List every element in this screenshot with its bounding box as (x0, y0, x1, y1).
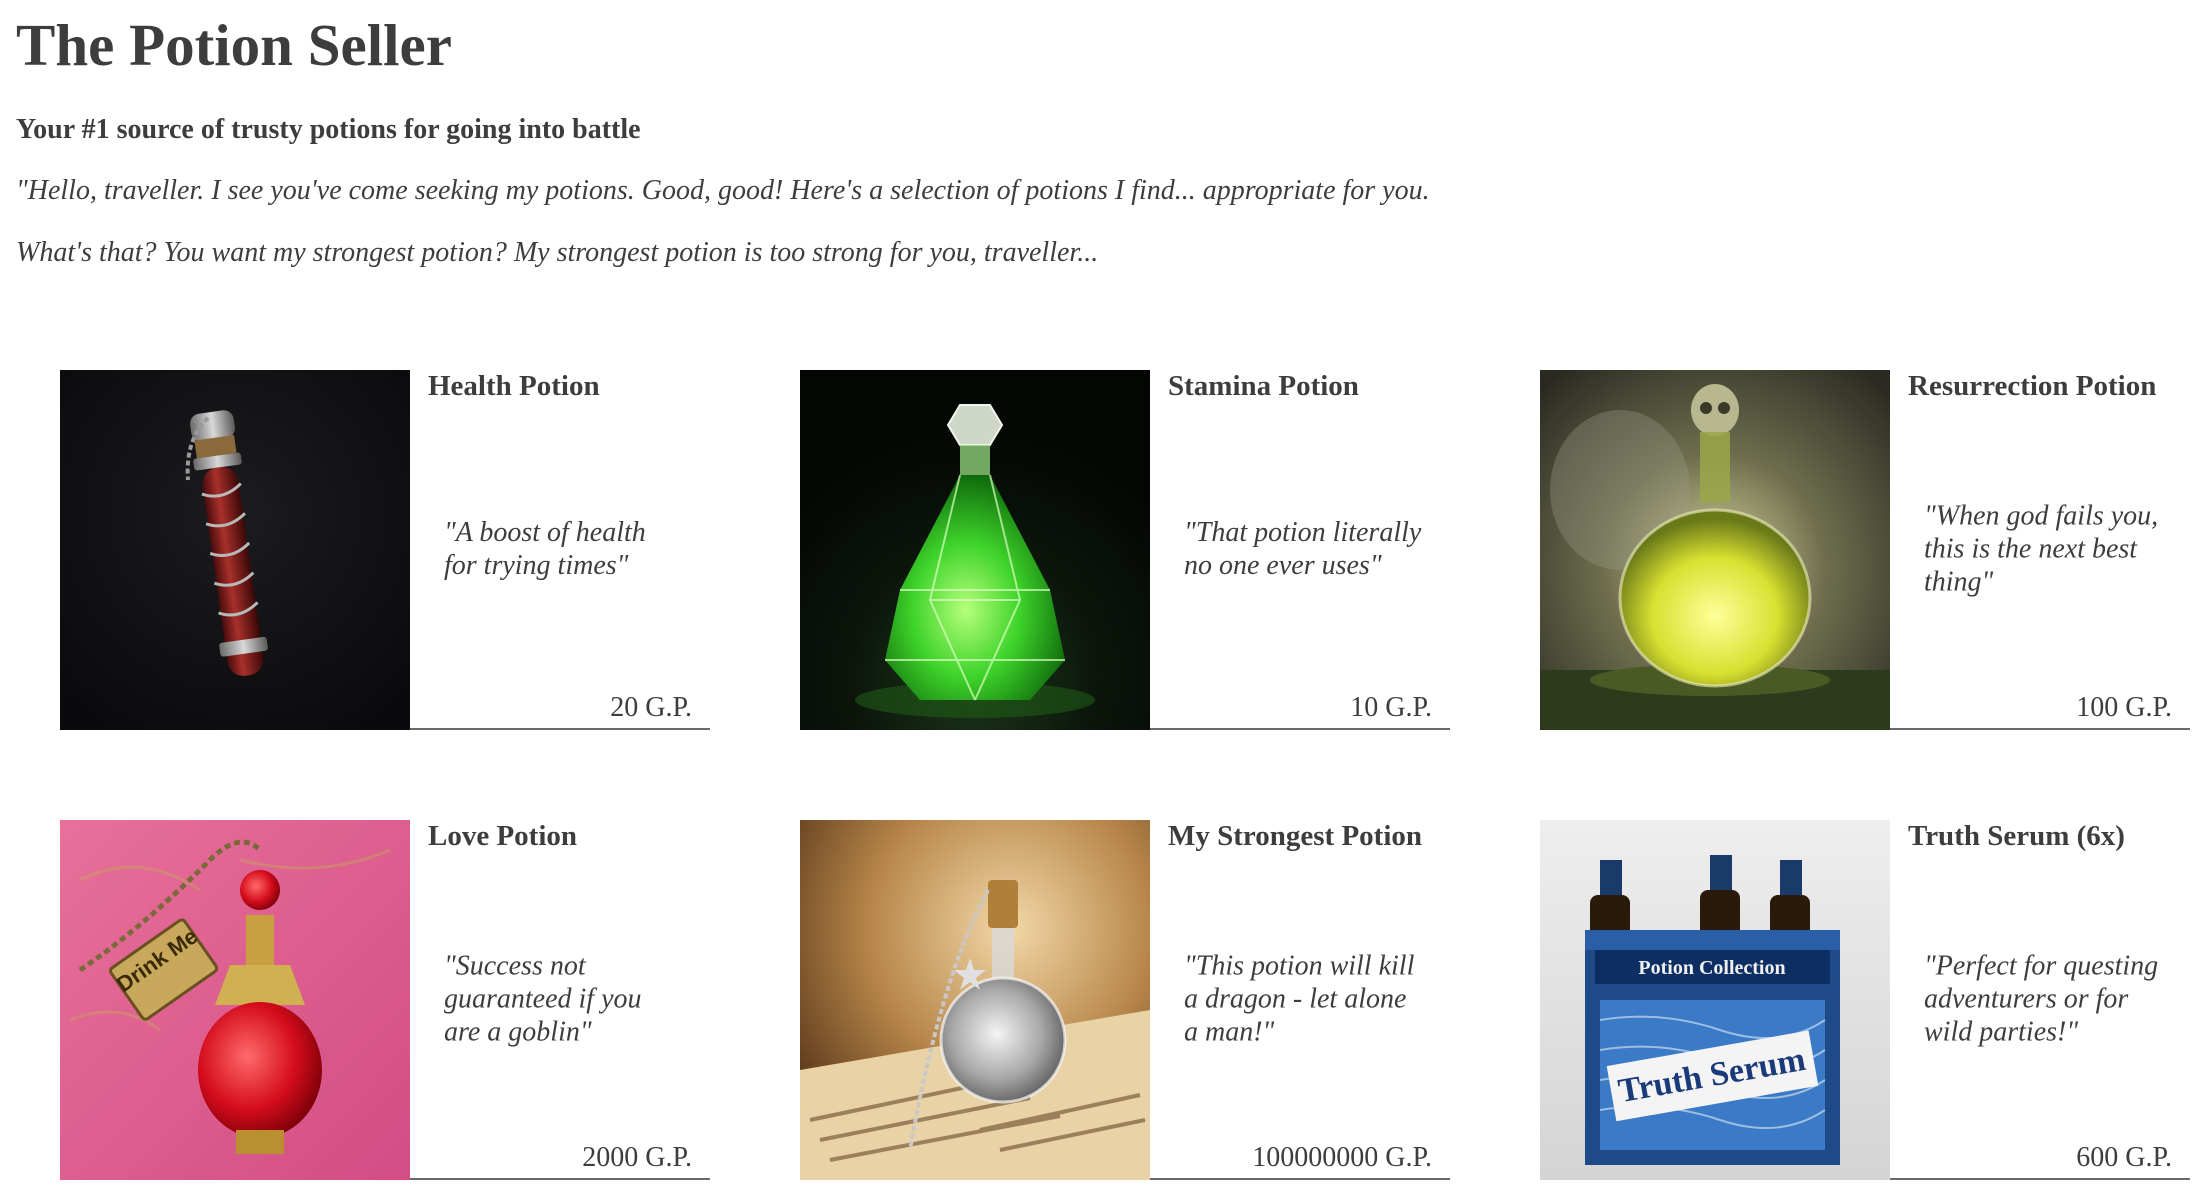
page: The Potion Seller Your #1 source of trus… (0, 0, 2200, 1200)
product-info: My Strongest Potion "This potion will ki… (1150, 820, 1450, 1180)
six-pack-icon[interactable]: Potion Collection Truth Serum (1540, 820, 1890, 1180)
product-price: 2000 G.P. (582, 1142, 692, 1173)
product-description: "Success not guaranteed if you are a gob… (444, 950, 642, 1048)
product-name[interactable]: Stamina Potion (1168, 370, 1359, 402)
product-price: 600 G.P. (2076, 1142, 2172, 1173)
product-info: Love Potion "Success not guaranteed if y… (410, 820, 710, 1180)
product-card-my-strongest-potion[interactable]: My Strongest Potion "This potion will ki… (800, 820, 1450, 1180)
intro-quote-2: What's that? You want my strongest potio… (16, 237, 1099, 268)
skull-flask-icon[interactable] (1540, 370, 1890, 730)
intro-quote-1: "Hello, traveller. I see you've come see… (16, 175, 1430, 206)
box-label: Potion Collection (1638, 957, 1785, 979)
product-name[interactable]: Health Potion (428, 370, 600, 402)
product-name[interactable]: Love Potion (428, 820, 577, 852)
product-price: 100000000 G.P. (1252, 1142, 1432, 1173)
product-info: Truth Serum (6x) "Perfect for questing a… (1890, 820, 2190, 1180)
product-description: "When god fails you, this is the next be… (1924, 500, 2159, 598)
product-description: "That potion literally no one ever uses" (1184, 517, 1422, 581)
product-info: Resurrection Potion "When god fails you,… (1890, 370, 2190, 730)
glitter-vial-icon[interactable] (800, 820, 1150, 1180)
product-description: "This potion will kill a dragon - let al… (1184, 950, 1415, 1048)
green-crystal-bottle-icon[interactable] (800, 370, 1150, 730)
product-card-love-potion[interactable]: Drink Me Love Potion "Success not guaran… (60, 820, 710, 1180)
product-card-stamina-potion[interactable]: Stamina Potion "That potion literally no… (800, 370, 1450, 730)
page-subtitle: Your #1 source of trusty potions for goi… (16, 114, 641, 145)
product-name[interactable]: Resurrection Potion (1908, 370, 2156, 402)
product-info: Health Potion "A boost of health for try… (410, 370, 710, 730)
product-price: 10 G.P. (1350, 692, 1432, 723)
product-price: 20 G.P. (610, 692, 692, 723)
red-vial-icon[interactable] (60, 370, 410, 730)
product-name[interactable]: My Strongest Potion (1168, 820, 1422, 852)
product-name[interactable]: Truth Serum (6x) (1908, 820, 2125, 852)
product-card-health-potion[interactable]: Health Potion "A boost of health for try… (60, 370, 710, 730)
product-price: 100 G.P. (2076, 692, 2172, 723)
product-card-resurrection-potion[interactable]: Resurrection Potion "When god fails you,… (1540, 370, 2190, 730)
drink-me-bottle-icon[interactable]: Drink Me (60, 820, 410, 1180)
product-description: "Perfect for questing adventurers or for… (1924, 950, 2159, 1048)
product-grid: Health Potion "A boost of health for try… (60, 370, 2190, 1180)
product-description: "A boost of health for trying times" (444, 517, 646, 581)
page-title: The Potion Seller (16, 12, 452, 78)
product-info: Stamina Potion "That potion literally no… (1150, 370, 1450, 730)
product-card-truth-serum[interactable]: Potion Collection Truth Serum Truth Seru… (1540, 820, 2190, 1180)
